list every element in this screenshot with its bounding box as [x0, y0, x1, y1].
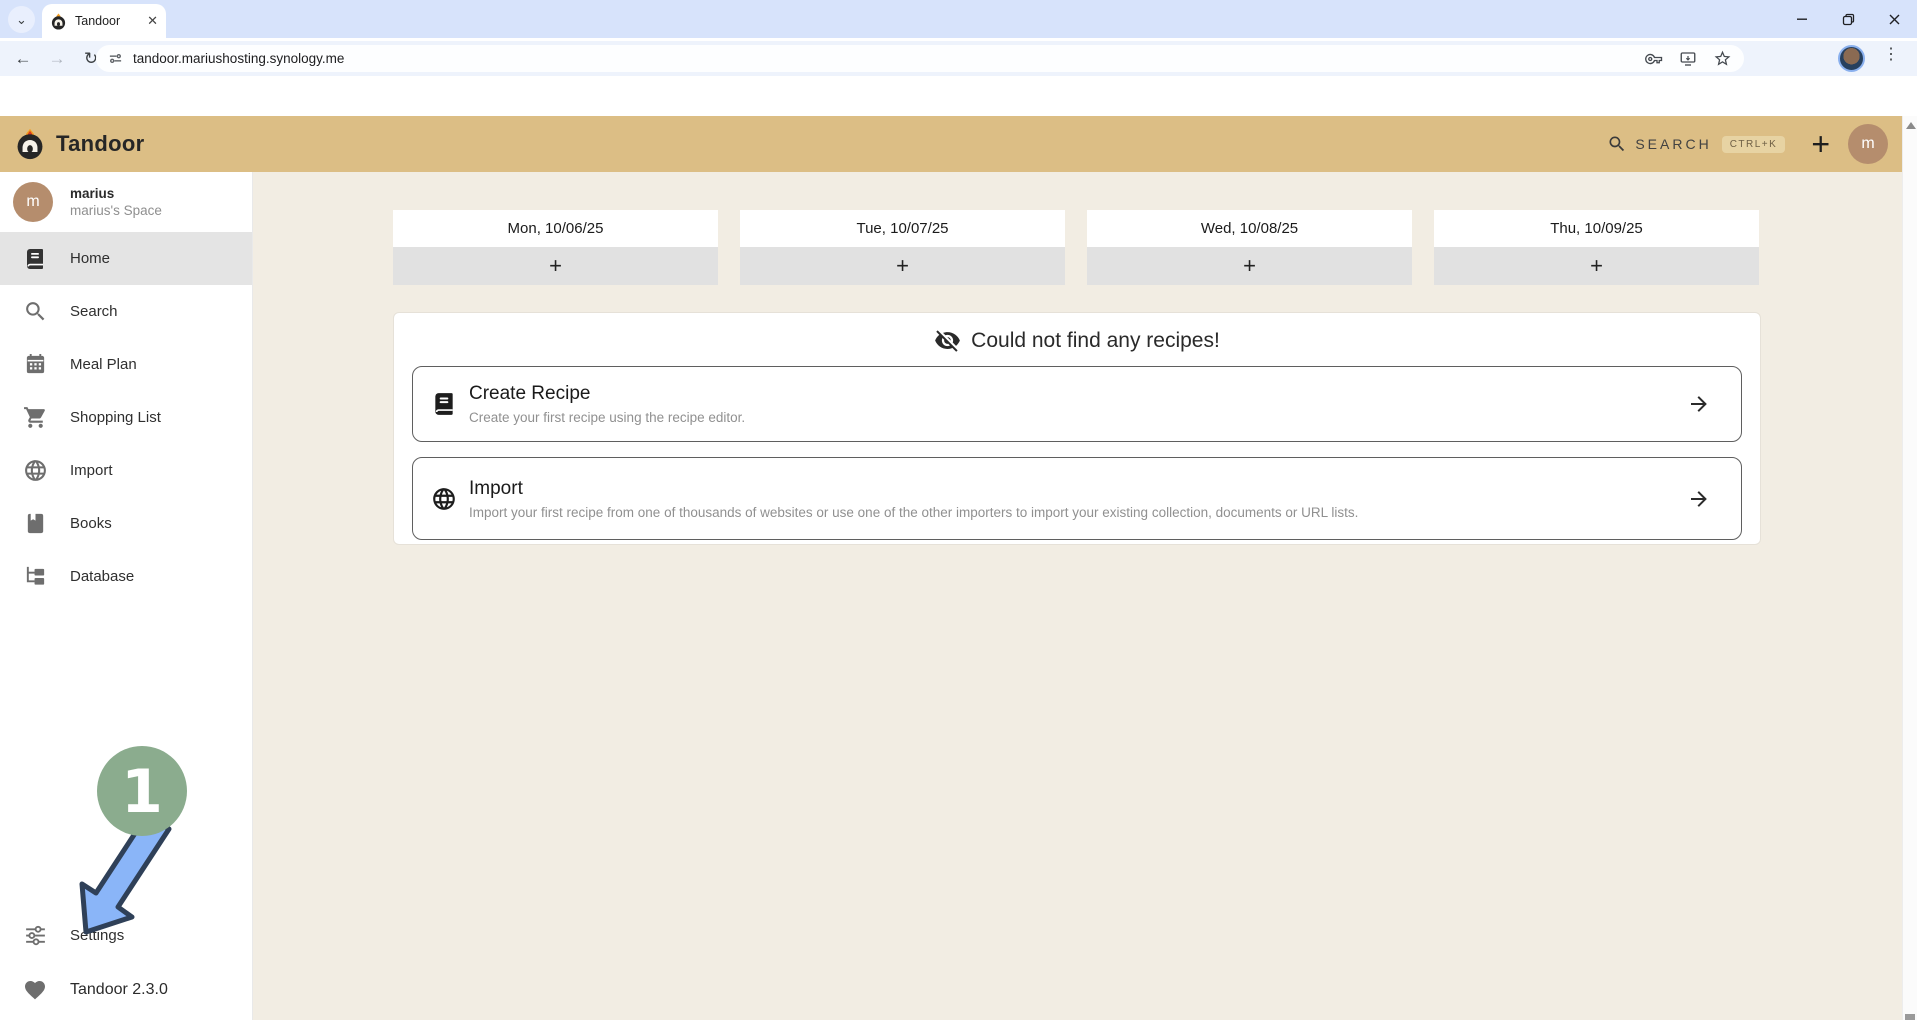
sidebar-item-settings[interactable]: Settings	[0, 909, 252, 962]
day-column: Thu, 10/09/25 +	[1434, 210, 1759, 285]
user-name: marius	[70, 186, 162, 201]
header-search-button[interactable]: SEARCH CTRL+K	[1607, 134, 1785, 154]
scrollbar-up-icon[interactable]	[1906, 122, 1916, 129]
app-version: Tandoor 2.3.0	[70, 981, 168, 999]
day-column: Mon, 10/06/25 +	[393, 210, 718, 285]
card-description: Import your first recipe from one of tho…	[469, 505, 1687, 520]
tandoor-logo-icon[interactable]	[14, 128, 46, 160]
window-minimize-icon[interactable]	[1779, 0, 1825, 38]
search-shortcut-badge: CTRL+K	[1722, 136, 1786, 153]
tab-search-chevron-icon[interactable]: ⌄	[8, 6, 35, 33]
back-icon[interactable]: ←	[8, 44, 38, 74]
browser-menu-icon[interactable]: ⋮	[1883, 44, 1899, 64]
main-content: Mon, 10/06/25 + Tue, 10/07/25 + Wed, 10/…	[253, 172, 1902, 1020]
page-top-gap	[0, 76, 1917, 116]
day-header: Wed, 10/08/25	[1087, 210, 1412, 247]
window-restore-icon[interactable]	[1825, 0, 1871, 38]
eye-off-icon	[934, 327, 961, 354]
sidebar-item-label: Home	[70, 250, 110, 267]
day-add-button[interactable]: +	[740, 247, 1065, 285]
user-avatar[interactable]: m	[1848, 124, 1888, 164]
day-add-button[interactable]: +	[393, 247, 718, 285]
site-info-icon[interactable]	[108, 51, 123, 66]
tab-close-icon[interactable]: ✕	[147, 13, 158, 29]
tab-title: Tandoor	[75, 14, 141, 28]
day-header: Mon, 10/06/25	[393, 210, 718, 247]
install-app-icon[interactable]	[1679, 50, 1697, 68]
journal-icon	[429, 391, 459, 417]
import-card[interactable]: Import Import your first recipe from one…	[412, 457, 1742, 540]
arrow-right-icon[interactable]	[1687, 392, 1711, 416]
tune-sliders-icon	[17, 923, 53, 948]
sidebar-item-shopping-list[interactable]: Shopping List	[0, 391, 252, 444]
password-key-icon[interactable]	[1645, 50, 1663, 68]
card-title: Import	[469, 478, 1687, 500]
bookmark-star-icon[interactable]	[1713, 49, 1732, 68]
book-icon	[17, 512, 53, 535]
sidebar-item-label: Shopping List	[70, 409, 161, 426]
day-header: Tue, 10/07/25	[740, 210, 1065, 247]
sidebar-user-block[interactable]: m marius marius's Space	[0, 172, 252, 232]
create-recipe-card[interactable]: Create Recipe Create your first recipe u…	[412, 366, 1742, 442]
address-bar[interactable]: tandoor.mariushosting.synology.me	[96, 45, 1744, 72]
sidebar-item-search[interactable]: Search	[0, 285, 252, 338]
day-add-button[interactable]: +	[1434, 247, 1759, 285]
window-close-icon[interactable]	[1871, 0, 1917, 38]
day-column: Wed, 10/08/25 +	[1087, 210, 1412, 285]
globe-icon	[17, 458, 53, 483]
day-header: Thu, 10/09/25	[1434, 210, 1759, 247]
empty-message: Could not find any recipes!	[971, 329, 1220, 353]
browser-tab[interactable]: Tandoor ✕	[42, 4, 166, 38]
sidebar-item-label: Database	[70, 568, 134, 585]
url-text: tandoor.mariushosting.synology.me	[133, 51, 1629, 66]
sidebar-item-label: Search	[70, 303, 118, 320]
app-header: Tandoor SEARCH CTRL+K + m	[0, 116, 1902, 172]
forward-icon[interactable]: →	[42, 44, 72, 74]
search-label: SEARCH	[1635, 136, 1711, 152]
page-scrollbar[interactable]	[1902, 116, 1917, 1020]
empty-recipes-panel: Could not find any recipes! Create Recip…	[393, 312, 1761, 545]
sidebar: m marius marius's Space Home Search	[0, 172, 253, 1020]
calendar-icon	[17, 353, 53, 376]
globe-icon	[429, 486, 459, 512]
sidebar-item-label: Meal Plan	[70, 356, 137, 373]
heart-icon	[17, 978, 53, 1002]
sidebar-user-avatar: m	[13, 182, 53, 222]
sidebar-item-books[interactable]: Books	[0, 497, 252, 550]
scrollbar-down-icon[interactable]	[1905, 1014, 1915, 1020]
sidebar-item-database[interactable]: Database	[0, 550, 252, 603]
arrow-right-icon[interactable]	[1687, 487, 1711, 511]
tandoor-favicon-icon	[50, 13, 67, 30]
app-title[interactable]: Tandoor	[56, 131, 144, 157]
sidebar-item-label: Books	[70, 515, 112, 532]
day-column: Tue, 10/07/25 +	[740, 210, 1065, 285]
card-description: Create your first recipe using the recip…	[469, 410, 1687, 425]
search-icon	[17, 299, 53, 324]
sidebar-item-label: Settings	[70, 927, 124, 944]
sidebar-item-home[interactable]: Home	[0, 232, 252, 285]
version-row[interactable]: Tandoor 2.3.0	[0, 962, 252, 1018]
card-title: Create Recipe	[469, 383, 1687, 405]
search-icon	[1607, 134, 1627, 154]
sidebar-item-meal-plan[interactable]: Meal Plan	[0, 338, 252, 391]
sidebar-item-label: Import	[70, 462, 113, 479]
meal-plan-week-row: Mon, 10/06/25 + Tue, 10/07/25 + Wed, 10/…	[393, 210, 1761, 285]
create-plus-button[interactable]: +	[1811, 128, 1830, 160]
user-space: marius's Space	[70, 203, 162, 218]
file-tree-icon	[17, 565, 53, 588]
browser-profile-avatar[interactable]	[1838, 45, 1865, 72]
journal-icon	[17, 247, 53, 271]
cart-icon	[17, 405, 53, 430]
browser-tabstrip: ⌄ Tandoor ✕	[0, 0, 1917, 38]
day-add-button[interactable]: +	[1087, 247, 1412, 285]
sidebar-item-import[interactable]: Import	[0, 444, 252, 497]
